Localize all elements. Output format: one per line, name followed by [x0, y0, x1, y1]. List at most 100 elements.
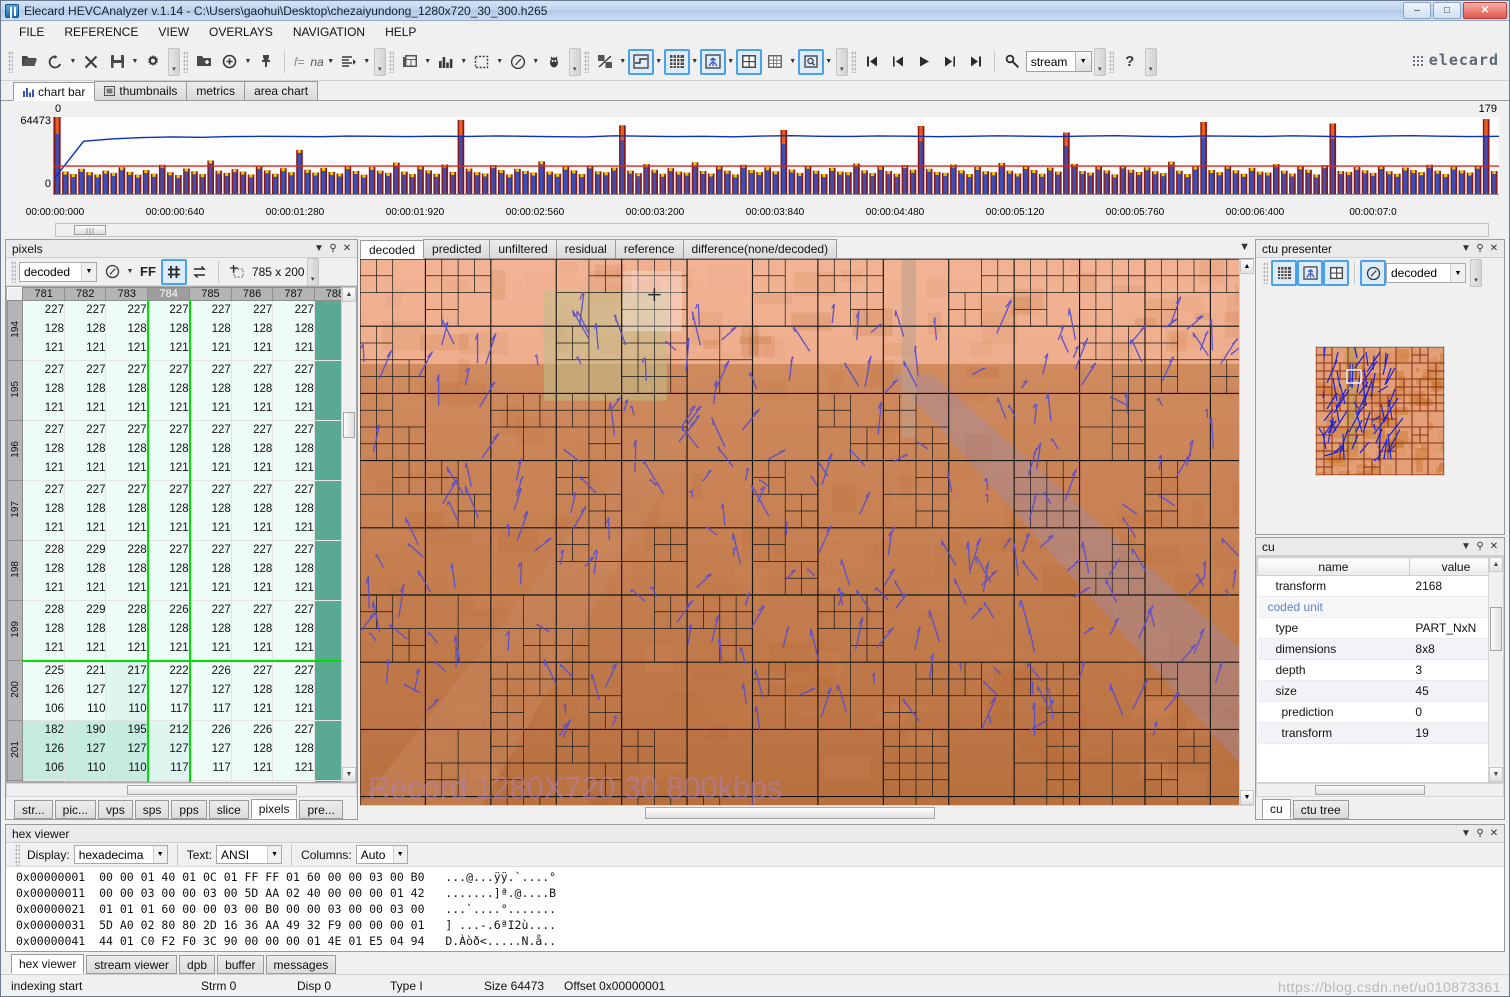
pixel-cell[interactable]: 182 126 106 — [23, 721, 65, 781]
toolbar-overflow-3[interactable]: ▾ — [569, 48, 581, 76]
na-dropdown-arrow[interactable]: ▼ — [326, 49, 336, 75]
pixel-cell[interactable]: 226128121 — [231, 721, 273, 781]
settings-gear-icon[interactable] — [140, 49, 166, 75]
pixel-cell[interactable]: 227 128 121 — [273, 421, 315, 481]
search-key-icon[interactable] — [1000, 49, 1026, 75]
chevron-down-icon[interactable]: ▼ — [312, 242, 326, 256]
cu-tab-ctutree[interactable]: ctu tree — [1293, 800, 1349, 819]
close-icon[interactable]: ✕ — [1487, 242, 1501, 256]
pixels-tab-pic[interactable]: pic... — [55, 800, 96, 819]
cu-hscroll-thumb[interactable] — [1315, 785, 1425, 795]
pixels-clock-dropdown-arrow[interactable]: ▼ — [125, 259, 135, 285]
close-icon[interactable]: ✕ — [1487, 540, 1501, 554]
pixels-hscroll-thumb[interactable] — [127, 785, 297, 795]
pixels-row-header[interactable]: 198 — [8, 541, 23, 601]
pixels-col-header[interactable]: 781 — [23, 288, 65, 301]
pixels-row[interactable]: 201 182 126 106 190 127 110 195 127 110 212 127 117 2… — [8, 721, 356, 781]
pixels-ff-label[interactable]: FF — [135, 264, 161, 279]
pixels-col-header[interactable]: 785 — [190, 288, 232, 301]
pixels-row-header[interactable]: 196 — [8, 421, 23, 481]
toolbar-overflow-6[interactable]: ▾ — [1145, 48, 1157, 76]
hex-row[interactable]: 0x00000011 00 00 03 00 00 03 00 5D AA 02… — [16, 885, 1504, 901]
cu-properties-table[interactable]: name value transform 2168 coded unit type PART… — [1257, 557, 1503, 744]
zoom-dropdown-arrow[interactable]: ▼ — [243, 49, 253, 75]
chevron-down-icon[interactable]: ▼ — [1459, 827, 1473, 841]
pixels-row[interactable]: 197 227 128 121 227 128 121 227 128 121 227 128 121 2… — [8, 481, 356, 541]
bottom-tab-messages[interactable]: messages — [266, 955, 337, 974]
chart-scrollbar-thumb[interactable] — [74, 225, 106, 235]
cu-table-row[interactable]: transform 19 — [1258, 723, 1503, 744]
pixel-cell[interactable]: 227 128 121 — [231, 481, 273, 541]
toolbar-overflow-5[interactable]: ▾ — [1094, 48, 1106, 76]
pixel-cell[interactable]: 227 128 121 — [190, 541, 232, 601]
pixel-cell[interactable]: 222 127 117 — [148, 661, 190, 721]
reload-icon[interactable] — [42, 49, 68, 75]
toolbar-grip-6[interactable] — [1109, 51, 1114, 73]
pixels-row-header[interactable]: 200 — [8, 661, 23, 721]
barchart-dropdown-arrow[interactable]: ▼ — [459, 49, 469, 75]
hex-row[interactable]: 0x00000041 44 01 C0 F2 F0 3C 90 00 00 00… — [16, 933, 1504, 949]
pixel-cell[interactable]: 227 128 121 — [273, 541, 315, 601]
pixels-toolbar-overflow[interactable]: ▾ — [307, 258, 319, 286]
bug-icon[interactable] — [541, 49, 567, 75]
pixel-cell[interactable]: 225 126 106 — [23, 661, 65, 721]
zoom-add-icon[interactable] — [217, 49, 243, 75]
video-vertical-scrollbar[interactable]: ▲ ▼ — [1239, 259, 1254, 805]
pixel-cell[interactable]: 227 128 121 — [273, 661, 315, 721]
chevron-down-icon[interactable]: ▼ — [1459, 540, 1473, 554]
cu-table-row[interactable]: type PART_NxN — [1258, 618, 1503, 639]
help-button[interactable]: ? — [1117, 49, 1143, 75]
tu-overlay-icon[interactable] — [762, 49, 788, 75]
pixels-row[interactable]: 196 227 128 121 227 128 121 227 128 121 227 128 121 2… — [8, 421, 356, 481]
pixel-cell[interactable]: 227 128 121 — [190, 301, 232, 361]
video-tab-reference[interactable]: reference — [615, 239, 684, 258]
video-tab-decoded[interactable]: decoded — [360, 240, 424, 259]
cu-table-row[interactable]: depth 3 — [1258, 660, 1503, 681]
maximize-button[interactable]: □ — [1433, 2, 1461, 19]
pixels-tab-sps[interactable]: sps — [135, 800, 170, 819]
bottom-tab-dpb[interactable]: dpb — [179, 955, 215, 974]
chevron-down-icon[interactable]: ▼ — [81, 263, 96, 281]
reload-dropdown-arrow[interactable]: ▼ — [68, 49, 78, 75]
open-folder-icon[interactable] — [191, 49, 217, 75]
pixel-cell[interactable]: 227 128 121 — [273, 721, 315, 781]
scroll-up-icon[interactable]: ▲ — [342, 287, 356, 302]
pixels-source-select[interactable]: decoded ▼ — [19, 262, 97, 282]
chart-canvas[interactable] — [53, 117, 1499, 195]
cu-tab-cu[interactable]: cu — [1262, 799, 1291, 819]
menu-file[interactable]: FILE — [9, 22, 54, 42]
close-icon[interactable]: ✕ — [1487, 827, 1501, 841]
video-tab-overflow-icon[interactable]: ▼ — [1239, 241, 1250, 253]
video-canvas[interactable]: Record 1280X720 30 800kbps — [360, 259, 1239, 805]
motion-vectors-icon[interactable] — [592, 49, 618, 75]
list-order-icon[interactable] — [336, 49, 362, 75]
next-frame-icon[interactable] — [937, 49, 963, 75]
pixels-tab-slice[interactable]: slice — [209, 800, 249, 819]
pixels-vscroll-thumb[interactable] — [343, 412, 355, 438]
pixel-cell[interactable]: 226 127 117 — [190, 661, 232, 721]
bar-chart-icon[interactable] — [433, 49, 459, 75]
cu-table-row[interactable]: prediction 0 — [1258, 702, 1503, 723]
pixel-cell[interactable]: 227 128 121 — [231, 301, 273, 361]
toolbar-grip-3[interactable] — [389, 51, 394, 73]
mv-overlay-icon[interactable] — [700, 49, 726, 75]
pixel-cell[interactable]: 227 128 121 — [148, 541, 190, 601]
pixel-cell[interactable]: 227 128 121 — [273, 361, 315, 421]
pin-icon[interactable]: ⚲ — [326, 242, 340, 256]
pixel-cell[interactable]: 227 128 121 — [231, 601, 273, 661]
bottom-tab-streamviewer[interactable]: stream viewer — [86, 955, 177, 974]
scroll-down-icon[interactable]: ▼ — [1240, 790, 1254, 805]
pixel-cell[interactable]: 227 128 121 — [23, 361, 65, 421]
pin-icon[interactable]: ⚲ — [1473, 242, 1487, 256]
searchoverlay-dropdown-arrow[interactable]: ▼ — [824, 49, 834, 75]
prediction-dropdown-arrow[interactable]: ▼ — [654, 49, 664, 75]
pixel-cell[interactable]: 226 127 117 — [190, 721, 232, 781]
toolbar-overflow-4[interactable]: ▾ — [836, 48, 848, 76]
menu-navigation[interactable]: NAVIGATION — [283, 22, 375, 42]
pixel-cell[interactable]: 227 128 121 — [231, 541, 273, 601]
clock-dropdown-arrow[interactable]: ▼ — [531, 49, 541, 75]
pixel-cell[interactable]: 227 128 121 — [231, 421, 273, 481]
bottom-tab-buffer[interactable]: buffer — [217, 955, 263, 974]
mvoverlay-dropdown-arrow[interactable]: ▼ — [726, 49, 736, 75]
toolbar-grip[interactable] — [8, 51, 13, 73]
